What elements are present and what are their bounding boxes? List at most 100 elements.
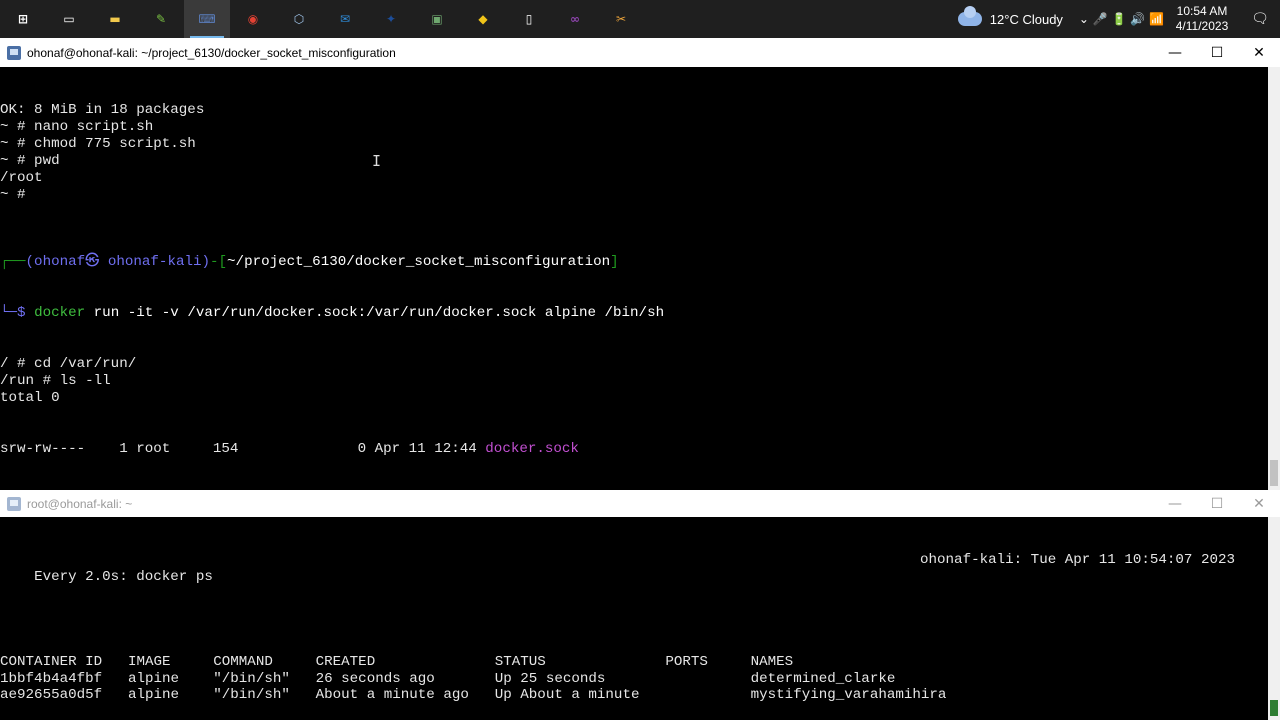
terminal-line: ~ #: [0, 186, 35, 203]
terminal-line: ~ # chmod 775 script.sh: [0, 135, 196, 152]
top-terminal[interactable]: OK: 8 MiB in 18 packages ~ # nano script.…: [0, 67, 1268, 490]
bottom-scrollbar-thumb[interactable]: [1270, 700, 1278, 716]
taskbar-button-linux[interactable]: ◆: [460, 0, 506, 38]
bottom-scrollbar[interactable]: [1268, 517, 1280, 720]
top-scrollbar[interactable]: [1268, 67, 1280, 490]
notepad-plus-icon: ✎: [155, 12, 167, 26]
weather-widget[interactable]: 12°C Cloudy: [957, 6, 1063, 27]
minimize-button[interactable]: —: [1154, 45, 1196, 61]
clock-time: 10:54 AM: [1176, 4, 1228, 18]
table-row: 1bbf4b4a4fbf alpine "/bin/sh" 26 seconds ag…: [0, 671, 1268, 688]
cell: alpine: [127, 670, 180, 687]
prompt-corner: ┌──: [0, 254, 26, 271]
cell: CREATED: [315, 653, 376, 670]
cell: IMAGE: [127, 653, 171, 670]
cmd-args: run -it -v /var/run/docker.sock:/var/run…: [85, 305, 665, 322]
top-window-titlebar[interactable]: ohonaf@ohonaf-kali: ~/project_6130/docke…: [0, 38, 1280, 67]
table-header-row: CONTAINER ID IMAGE COMMAND CREATED STATUS POR…: [0, 654, 1268, 671]
prompt-line-1: ┌──(ohonaf㉿ ohonaf-kali)-[~/project_6130…: [0, 254, 1268, 271]
watch-host-time: ohonaf-kali: Tue Apr 11 10:54:07 2023: [920, 551, 1236, 568]
watch-header-line: Every 2.0s: docker ps ohonaf-kali: Tue A…: [0, 551, 1268, 585]
taskbar-button-app-purple[interactable]: ∞: [552, 0, 598, 38]
chrome-icon: ◉: [247, 12, 259, 26]
taskbar-button-app-blue[interactable]: ✦: [368, 0, 414, 38]
bottom-terminal[interactable]: Every 2.0s: docker ps ohonaf-kali: Tue A…: [0, 517, 1268, 720]
maximize-button[interactable]: ☐: [1196, 45, 1238, 61]
cloud-icon: [957, 6, 982, 26]
start-icon: ⊞: [17, 12, 29, 26]
cell: STATUS: [494, 653, 546, 670]
cell: CONTAINER ID: [0, 653, 103, 670]
weather-text: 12°C Cloudy: [989, 11, 1063, 27]
cell: "/bin/sh": [213, 670, 290, 687]
cell: NAMES: [750, 653, 794, 670]
app-orange-icon: ✂: [615, 12, 627, 26]
cell: PORTS: [665, 653, 708, 670]
taskbar-button-app-orange[interactable]: ✂: [598, 0, 644, 38]
app-blue-icon: ✦: [385, 12, 397, 26]
taskbar-button-document[interactable]: ▯: [506, 0, 552, 38]
taskbar-button-virtualbox[interactable]: ⬡: [276, 0, 322, 38]
notifications-icon[interactable]: 🗨: [1240, 11, 1280, 27]
terminal-line: ~ # nano script.sh: [0, 118, 154, 135]
prompt-line-2: └─$ docker run -it -v /var/run/docker.so…: [0, 305, 1268, 322]
taskbar-button-chrome[interactable]: ◉: [230, 0, 276, 38]
ls-prefix: srw-rw---- 1 root 154 0 Apr 11 12:44: [0, 440, 486, 457]
minimize-button-2[interactable]: —: [1154, 496, 1196, 512]
terminal-line: /run # ls -ll: [0, 373, 111, 389]
cell: COMMAND: [213, 653, 273, 670]
ls-file-docker-sock: docker.sock: [485, 440, 579, 457]
putty-icon: ⌨: [198, 12, 216, 26]
close-button[interactable]: ✕: [1238, 45, 1280, 61]
maximize-button-2[interactable]: ☐: [1196, 496, 1238, 512]
docker-ps-table: CONTAINER ID IMAGE COMMAND CREATED STATUS POR…: [0, 654, 1268, 705]
cell: "/bin/sh": [213, 687, 290, 704]
taskbar-button-start[interactable]: ⊞: [0, 0, 46, 38]
cell: Up About a minute: [494, 687, 640, 704]
tray-icons[interactable]: ⌄ 🎤 🔋 🔊 📶: [1079, 12, 1164, 26]
top-window-title: ohonaf@ohonaf-kali: ~/project_6130/docke…: [27, 45, 396, 60]
taskbar-button-terminal-app[interactable]: ▣: [414, 0, 460, 38]
file-explorer-icon: ▬: [109, 12, 121, 26]
table-row: ae92655a0d5f alpine "/bin/sh" About a minut…: [0, 687, 1268, 704]
putty-window-icon[interactable]: [7, 45, 21, 60]
taskbar-button-notepad-plus[interactable]: ✎: [138, 0, 184, 38]
clock-date: 4/11/2023: [1175, 19, 1229, 33]
task-view-icon: ▭: [63, 12, 75, 26]
taskbar-button-file-explorer[interactable]: ▬: [92, 0, 138, 38]
terminal-app-icon: ▣: [431, 12, 443, 26]
putty-window-icon-2[interactable]: [7, 496, 21, 511]
taskbar-button-mail[interactable]: ✉: [322, 0, 368, 38]
watch-header: Every 2.0s: docker ps: [34, 568, 213, 585]
bottom-window-title: root@ohonaf-kali: ~: [27, 496, 133, 511]
terminal-line: OK: 8 MiB in 18 packages: [0, 101, 205, 118]
terminal-line: / # cd /var/run/: [0, 356, 137, 373]
taskbar: ⊞ ▭ ▬ ✎ ⌨ ◉ ⬡ ✉ ✦ ▣ ◆ ▯ ∞ ✂ 12°C Cloudy ⌄ 🎤 🔋 🔊 📶 10:…: [0, 0, 1280, 38]
cell: mystifying_varahamihira: [750, 687, 947, 704]
top-scrollbar-thumb[interactable]: [1270, 460, 1278, 486]
prompt-dollar: └─$: [0, 305, 35, 322]
cell: ae92655a0d5f: [0, 687, 103, 704]
virtualbox-icon: ⬡: [293, 12, 305, 26]
clock[interactable]: 10:54 AM 4/11/2023: [1174, 4, 1230, 34]
taskbar-button-task-view[interactable]: ▭: [46, 0, 92, 38]
terminal-line: /root: [0, 169, 43, 186]
bottom-window-titlebar[interactable]: root@ohonaf-kali: ~ — ☐ ✕: [0, 490, 1280, 517]
close-button-2[interactable]: ✕: [1238, 496, 1280, 512]
cell: About a minute ago: [315, 687, 469, 704]
terminal-line: ~ # pwd: [0, 152, 60, 169]
cell: alpine: [127, 687, 180, 704]
taskbar-button-putty[interactable]: ⌨: [184, 0, 230, 38]
cell: Up 25 seconds: [494, 670, 606, 687]
taskbar-icons: ⊞ ▭ ▬ ✎ ⌨ ◉ ⬡ ✉ ✦ ▣ ◆ ▯ ∞ ✂: [0, 0, 644, 38]
mouse-ibeam-icon: I: [372, 152, 382, 170]
prompt-bracket-close: ]: [610, 254, 619, 271]
prompt-bracket-open: -[: [210, 254, 228, 271]
system-tray: 12°C Cloudy ⌄ 🎤 🔋 🔊 📶 10:54 AM 4/11/2023…: [957, 0, 1280, 38]
linux-icon: ◆: [478, 12, 488, 26]
app-purple-icon: ∞: [570, 12, 580, 26]
cell: 1bbf4b4a4fbf: [0, 670, 103, 687]
prompt-path: ~/project_6130/docker_socket_misconfigur…: [227, 254, 611, 271]
prompt-user: (ohonaf㉿ ohonaf-kali): [25, 254, 211, 271]
